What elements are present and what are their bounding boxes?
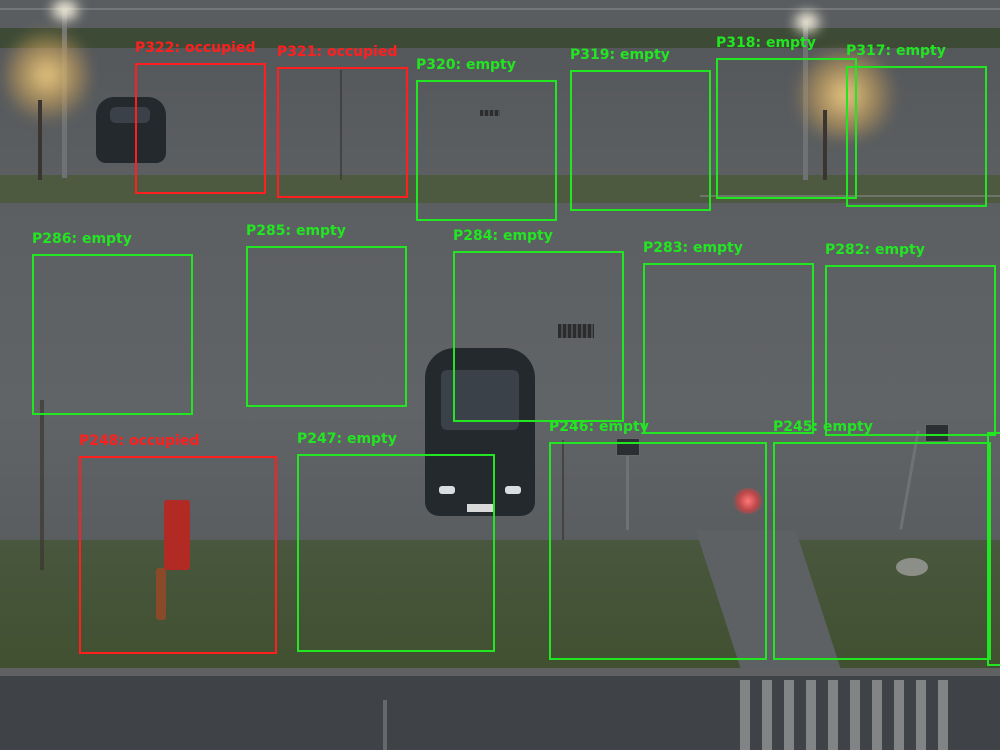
parking-spot-box — [32, 254, 193, 415]
parking-spot-label: P247: empty — [297, 431, 397, 447]
tree-trunk — [38, 100, 42, 180]
parking-spot-label: P320: empty — [416, 57, 516, 73]
parking-spot-label: P321: occupied — [277, 44, 398, 60]
parking-spot-box — [716, 58, 857, 199]
illuminated-tree — [4, 20, 90, 130]
parking-spot-box — [643, 263, 814, 434]
parking-spot-box — [825, 265, 996, 436]
parking-spot-box — [570, 70, 711, 211]
parking-spot-box — [453, 251, 624, 422]
parking-spot-label: P322: occupied — [135, 40, 256, 56]
parking-lot-scene: P322: occupied P321: occupied P320: empt… — [0, 0, 1000, 750]
parking-spot-label: P245: empty — [773, 419, 873, 435]
parking-spot-box — [297, 454, 495, 652]
parking-spot-label: P284: empty — [453, 228, 553, 244]
parking-spot-box — [246, 246, 407, 407]
lane-marking — [383, 700, 387, 750]
parking-spot-label: P248: occupied — [79, 433, 200, 449]
parking-spot-box — [277, 67, 408, 198]
parking-spot-box — [846, 66, 987, 207]
parking-spot-label: P286: empty — [32, 231, 132, 247]
parking-spot-box — [549, 442, 767, 660]
parking-spot-label: P283: empty — [643, 240, 743, 256]
parking-spot-box — [135, 63, 266, 194]
curb — [0, 668, 1000, 676]
parking-spot-label: P319: empty — [570, 47, 670, 63]
parking-spot-box — [79, 456, 277, 654]
parking-spot-label: P318: empty — [716, 35, 816, 51]
lane-marking-top — [0, 8, 1000, 10]
parking-spot-label: P246: empty — [549, 419, 649, 435]
parking-spot-label: P282: empty — [825, 242, 925, 258]
parking-spot-box — [773, 442, 991, 660]
parking-spot-label: P317: empty — [846, 43, 946, 59]
parking-spot-box-partial — [987, 432, 1000, 666]
parking-spot-box — [416, 80, 557, 221]
street-lamp — [795, 12, 819, 32]
street-lamp — [52, 0, 78, 20]
crosswalk — [740, 680, 950, 750]
parking-spot-label: P285: empty — [246, 223, 346, 239]
bare-tree — [40, 400, 44, 570]
road-top — [0, 0, 1000, 28]
